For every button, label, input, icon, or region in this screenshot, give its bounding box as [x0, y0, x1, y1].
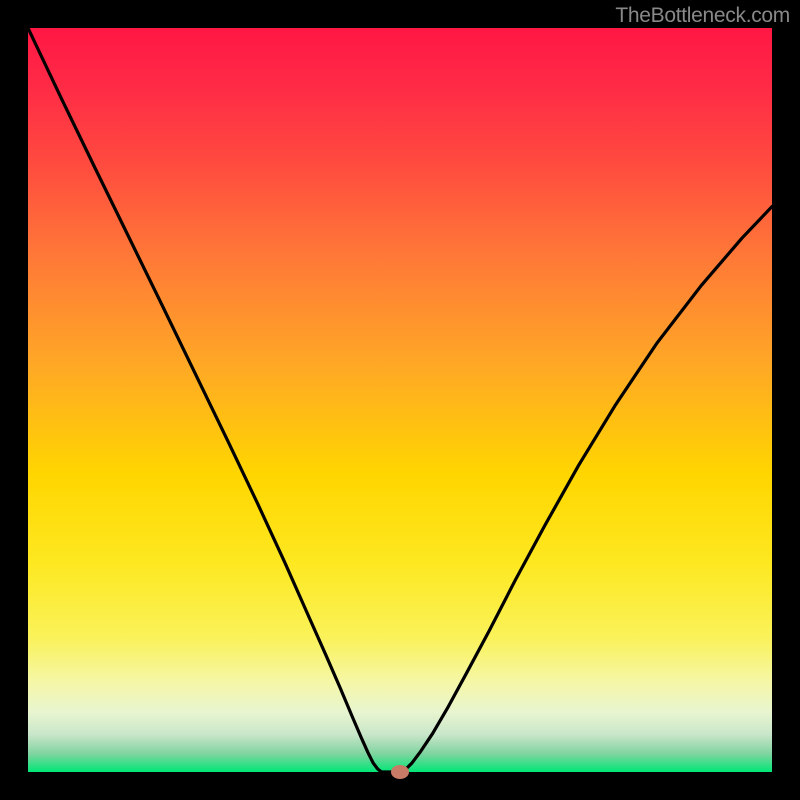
watermark-text: TheBottleneck.com	[615, 4, 790, 28]
bottleneck-chart	[0, 0, 800, 800]
optimal-point-marker	[391, 765, 409, 779]
chart-container: TheBottleneck.com	[0, 0, 800, 800]
plot-background	[28, 28, 772, 772]
